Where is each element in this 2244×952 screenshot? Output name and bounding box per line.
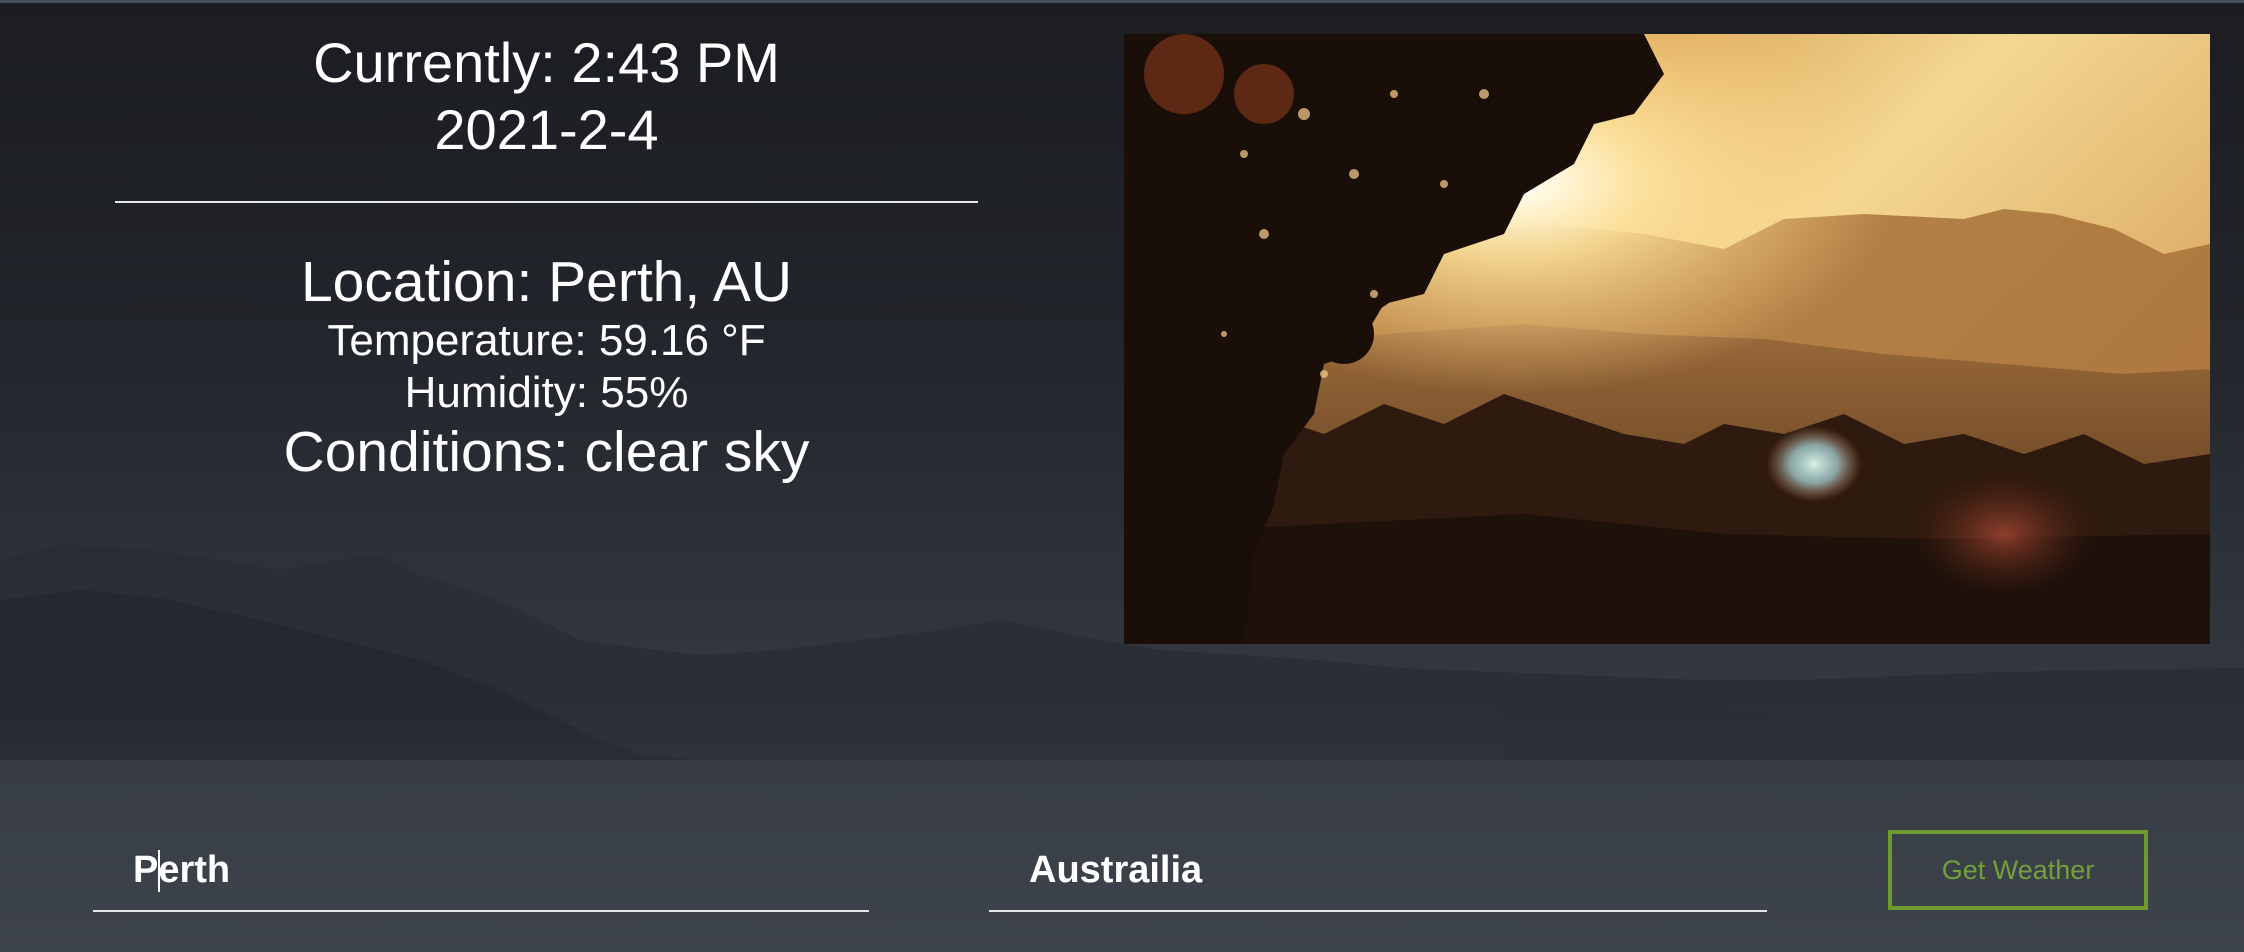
city-input[interactable]: [93, 830, 869, 910]
location-text: Location: Perth, AU: [300, 250, 793, 314]
country-field[interactable]: [989, 830, 1767, 912]
city-field[interactable]: [93, 830, 869, 912]
weather-photo: [1124, 34, 2210, 644]
text-caret: [158, 850, 160, 892]
divider: [115, 201, 978, 203]
current-date: 2021-2-4: [434, 98, 659, 161]
get-weather-button[interactable]: Get Weather: [1888, 830, 2148, 910]
temperature-text: Temperature: 59.16 °F: [327, 316, 766, 365]
humidity-text: Humidity: 55%: [404, 368, 689, 417]
country-input[interactable]: [989, 830, 1767, 910]
current-time: Currently: 2:43 PM: [313, 31, 780, 94]
conditions-text: Conditions: clear sky: [283, 420, 810, 484]
weather-info-panel: Currently: 2:43 PM 2021-2-4 Location: Pe…: [115, 30, 978, 485]
